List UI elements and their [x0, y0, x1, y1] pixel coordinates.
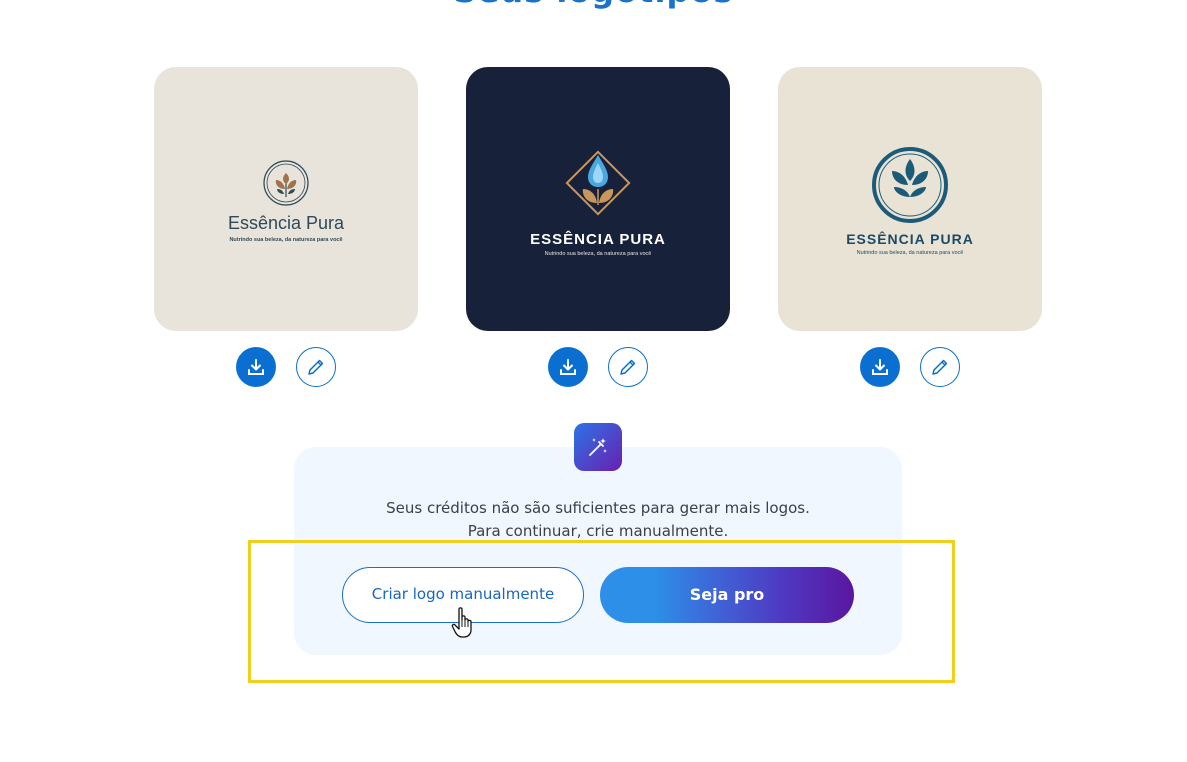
logo-artwork: ESSÊNCIA PURA Nutrindo sua beleza, da na…	[778, 145, 1042, 256]
logo-option-1: Essência Pura Nutrindo sua beleza, da na…	[154, 67, 418, 387]
magic-wand-icon	[589, 438, 607, 456]
hand-cursor-icon	[451, 607, 472, 638]
logo-artwork: Essência Pura Nutrindo sua beleza, da na…	[154, 159, 418, 243]
pencil-icon	[307, 359, 323, 375]
lotus-emblem-icon	[872, 147, 948, 223]
download-button[interactable]	[860, 347, 901, 387]
download-button[interactable]	[548, 347, 589, 387]
edit-button[interactable]	[295, 347, 336, 387]
go-pro-button[interactable]: Seja pro	[600, 567, 854, 623]
download-button[interactable]	[236, 347, 277, 387]
logo-preview-card[interactable]: ESSÊNCIA PURA Nutrindo sua beleza, da na…	[778, 67, 1042, 331]
logo-tagline: Nutrindo sua beleza, da natureza para vo…	[229, 237, 343, 243]
logo-option-2: ESSÊNCIA PURA Nutrindo sua beleza, da na…	[466, 67, 730, 387]
pencil-icon	[619, 359, 635, 375]
download-icon	[560, 359, 577, 375]
logo-tagline: Nutrindo sua beleza, da natureza para vo…	[544, 251, 652, 257]
logo-brand-name: ESSÊNCIA PURA	[530, 231, 666, 248]
water-drop-emblem-icon	[565, 150, 631, 216]
logo-artwork: ESSÊNCIA PURA Nutrindo sua beleza, da na…	[466, 141, 730, 257]
plant-emblem-icon	[263, 160, 309, 206]
page-title: Seus logotipos	[0, 0, 1187, 10]
magic-wand-badge	[574, 423, 622, 471]
credits-message-line-1: Seus créditos não são suficientes para g…	[386, 499, 810, 517]
logo-brand-name: Essência Pura	[227, 213, 345, 233]
edit-button[interactable]	[919, 347, 960, 387]
logo-option-3: ESSÊNCIA PURA Nutrindo sua beleza, da na…	[778, 67, 1042, 387]
credits-message: Seus créditos não são suficientes para g…	[294, 497, 902, 543]
logo-brand-name: ESSÊNCIA PURA	[846, 231, 974, 247]
logo-preview-card[interactable]: Essência Pura Nutrindo sua beleza, da na…	[154, 67, 418, 331]
logo-preview-card[interactable]: ESSÊNCIA PURA Nutrindo sua beleza, da na…	[466, 67, 730, 331]
download-icon	[872, 359, 889, 375]
pencil-icon	[931, 359, 947, 375]
download-icon	[248, 359, 265, 375]
logo-tagline: Nutrindo sua beleza, da natureza para vo…	[856, 250, 964, 256]
edit-button[interactable]	[607, 347, 648, 387]
